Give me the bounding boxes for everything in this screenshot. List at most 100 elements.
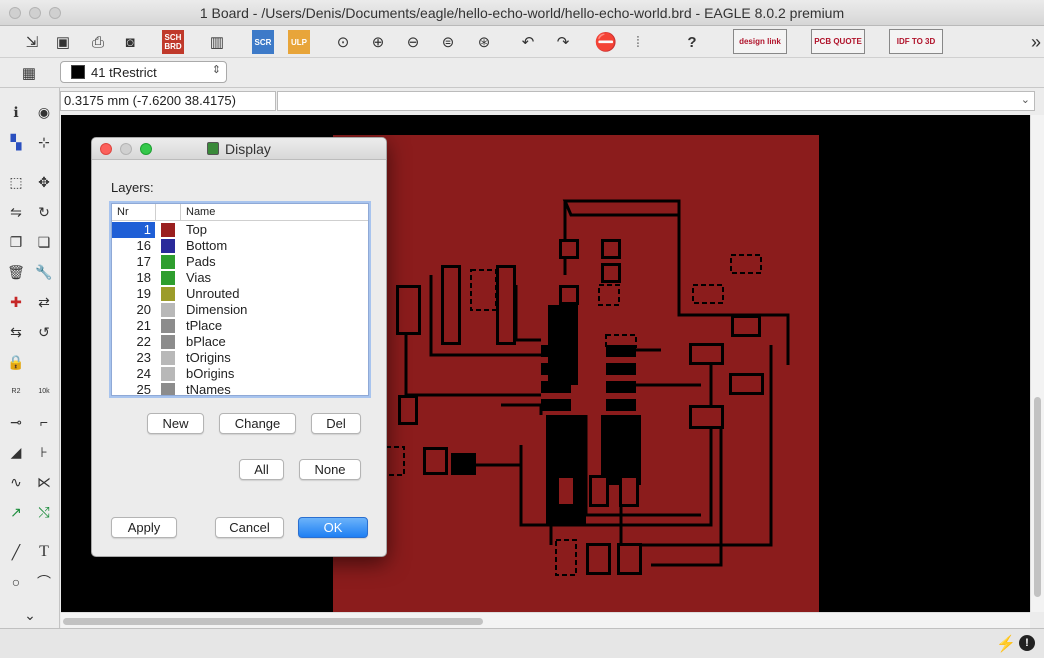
show-eye-icon[interactable]: ◉ [33,101,55,123]
add-part-icon[interactable]: ✚ [5,291,27,313]
delete-icon[interactable]: 🗑 [5,261,27,283]
pad [541,363,571,375]
wrench-icon[interactable]: 🔧 [33,261,55,283]
layer-row[interactable]: 21 tPlace [112,318,368,334]
layer-name: Pads [186,254,216,269]
layer-number: 18 [136,270,151,285]
meander-icon[interactable]: ∿ [5,471,27,493]
stop-icon[interactable]: ⛔ [594,30,618,54]
route-icon[interactable]: ↗ [5,501,27,523]
layer-row[interactable]: 25 tNames [112,382,368,395]
horizontal-scrollbar[interactable] [61,612,1030,628]
paste-icon[interactable]: ❏ [33,231,55,253]
undo-icon[interactable]: ↶ [516,30,540,54]
cancel-button[interactable]: Cancel [215,517,284,538]
pad-inner [732,376,761,392]
copper-pour [601,415,641,485]
lightning-icon[interactable]: ⚡ [996,634,1016,654]
horizontal-scroll-thumb[interactable] [63,618,483,625]
dialog-zoom-button[interactable] [140,143,152,155]
apply-button[interactable]: Apply [111,517,177,538]
miter-icon[interactable]: ◢ [5,441,27,463]
column-header-name[interactable]: Name [186,206,215,218]
lock-icon[interactable]: 🔒 [5,351,27,373]
save-icon[interactable]: ▣ [51,30,75,54]
open-icon[interactable]: ⇲ [20,30,44,54]
zoom-redraw-icon[interactable]: ⊜ [436,30,460,54]
select-icon[interactable]: ⬚ [5,171,27,193]
layer-row[interactable]: 22 bPlace [112,334,368,350]
copy-icon[interactable]: ❐ [5,231,27,253]
change-layer-button[interactable]: Change [219,413,296,434]
autoroute-icon[interactable]: ⤭ [33,501,55,523]
chevron-down-icon[interactable]: ⌄ [1021,93,1030,106]
layer-row[interactable]: 19 Unrouted [112,286,368,302]
display-layers-icon[interactable]: ▚ [5,131,27,153]
layer-row[interactable]: 18 Vias [112,270,368,286]
layer-select[interactable]: 41 tRestrict ⇕ [60,61,227,83]
dialog-minimize-button[interactable] [120,143,132,155]
cam-processor-icon[interactable]: ◙ [118,30,142,54]
pad-inner [562,242,576,256]
warning-icon[interactable]: ! [1019,635,1035,651]
vertical-scrollbar[interactable] [1030,115,1044,612]
wire-icon[interactable]: ╱ [5,541,27,563]
dialog-close-button[interactable] [100,143,112,155]
mark-icon[interactable]: ⊹ [33,131,55,153]
value-tool-button[interactable]: 10k [33,381,55,403]
zoom-select-icon[interactable]: ⊛ [472,30,496,54]
print-icon[interactable]: ⎙ [86,30,110,54]
script-button[interactable]: SCR [252,30,274,54]
layer-row[interactable]: 1 Top [112,222,368,238]
layer-row[interactable]: 24 bOrigins [112,366,368,382]
toolbar-overflow-icon[interactable]: » [1024,30,1044,54]
replace-icon[interactable]: ⇄ [33,291,55,313]
layer-row[interactable]: 16 Bottom [112,238,368,254]
name-tool-button[interactable]: R2 [5,381,27,403]
library-icon[interactable]: ▥ [205,30,229,54]
circle-icon[interactable]: ○ [5,571,27,593]
layer-color-swatch [161,367,175,381]
expand-more-icon[interactable]: ⌄ [19,604,41,626]
pcb-quote-button[interactable]: PCB QUOTE [811,29,865,54]
help-icon[interactable]: ? [680,30,704,54]
select-all-button[interactable]: All [239,459,284,480]
select-none-button[interactable]: None [299,459,361,480]
rotate-icon[interactable]: ↻ [33,201,55,223]
grid-icon[interactable]: ▦ [17,61,41,85]
ripup-icon[interactable]: ⋉ [33,471,55,493]
info-icon[interactable]: ℹ [5,101,27,123]
zoom-fit-icon[interactable]: ⊙ [331,30,355,54]
idf-to-3d-button[interactable]: IDF TO 3D [889,29,943,54]
pad-inner [692,408,721,426]
layer-color-swatch [161,335,175,349]
lock-rotate-icon[interactable]: ↺ [33,321,55,343]
mirror-icon[interactable]: ⇋ [5,201,27,223]
zoom-out-icon[interactable]: ⊖ [401,30,425,54]
ulp-button[interactable]: ULP [288,30,310,54]
go-icon[interactable]: ⁞ [626,30,650,54]
optimize-icon[interactable]: ⌐ [33,411,55,433]
split-icon[interactable]: ⊸ [5,411,27,433]
arc-icon[interactable]: ⌒ [33,571,55,593]
delete-layer-button[interactable]: Del [311,413,361,434]
layer-color-swatch [71,65,85,79]
command-line-input[interactable]: ⌄ [277,91,1035,111]
move-icon[interactable]: ✥ [33,171,55,193]
pad-inner [399,288,418,332]
swap-icon[interactable]: ⇆ [5,321,27,343]
layer-row[interactable]: 23 tOrigins [112,350,368,366]
design-link-button[interactable]: design link [733,29,787,54]
new-layer-button[interactable]: New [147,413,204,434]
layer-row[interactable]: 17 Pads [112,254,368,270]
zoom-in-icon[interactable]: ⊕ [366,30,390,54]
ok-button[interactable]: OK [298,517,368,538]
column-header-nr[interactable]: Nr [117,206,129,218]
redo-icon[interactable]: ↷ [551,30,575,54]
text-tool-icon[interactable]: T [33,541,55,563]
layer-row[interactable]: 20 Dimension [112,302,368,318]
sch-brd-switch-button[interactable]: SCH BRD [162,30,184,54]
smash-icon[interactable]: ⊦ [33,441,55,463]
vertical-scroll-thumb[interactable] [1034,397,1041,597]
layers-list[interactable]: Nr Name 1 Top 16 Bottom 17 Pads 18 Vias 19 Unrout… [111,203,369,396]
